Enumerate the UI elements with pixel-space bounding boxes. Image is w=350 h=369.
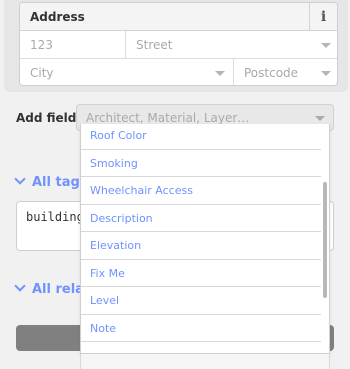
add-field-label: Add field: [16, 111, 82, 125]
all-tags-toggle[interactable]: All tags [14, 173, 88, 190]
dropdown-item-elevation[interactable]: Elevation [81, 232, 321, 260]
chevron-down-icon [315, 116, 325, 121]
add-field-placeholder: Architect, Material, Layer… [86, 111, 250, 125]
dropdown-bottom-edge [80, 354, 330, 369]
dropdown-item-description[interactable]: Description [81, 205, 321, 232]
chevron-down-icon [321, 43, 331, 48]
postcode-placeholder: Postcode [244, 66, 299, 80]
street-placeholder: Street [136, 38, 173, 52]
dropdown-item-note[interactable]: Note [81, 315, 321, 342]
postcode-combo[interactable]: Postcode [234, 59, 337, 85]
chevron-down-icon [14, 173, 26, 185]
address-title: Address [30, 10, 85, 24]
dropdown-item-wheelchair-access[interactable]: Wheelchair Access [81, 177, 321, 205]
info-icon: i [320, 9, 327, 25]
chevron-down-icon [321, 71, 331, 76]
address-field: Address i 123 Street City Postcode [19, 2, 338, 86]
address-panel: Address i 123 Street City Postcode [4, 0, 348, 92]
dropdown-item-smoking[interactable]: Smoking [81, 150, 321, 177]
dropdown-item-level[interactable]: Level [81, 287, 321, 315]
info-button[interactable]: i [309, 3, 337, 31]
city-placeholder: City [30, 66, 54, 80]
dropdown-item-fix-me[interactable]: Fix Me [81, 260, 321, 287]
housenumber-placeholder: 123 [30, 38, 53, 52]
chevron-down-icon [215, 71, 225, 76]
chevron-down-icon [14, 280, 26, 292]
dropdown-scrollbar[interactable] [323, 182, 327, 298]
housenumber-input[interactable]: 123 [20, 31, 126, 59]
street-combo[interactable]: Street [126, 31, 337, 59]
add-field-dropdown: Roof Color Smoking Wheelchair Access Des… [80, 124, 330, 354]
city-combo[interactable]: City [20, 59, 234, 85]
dropdown-item-roof-color[interactable]: Roof Color [81, 124, 321, 150]
dropdown-list: Roof Color Smoking Wheelchair Access Des… [81, 124, 321, 342]
address-header: Address i [20, 3, 337, 31]
